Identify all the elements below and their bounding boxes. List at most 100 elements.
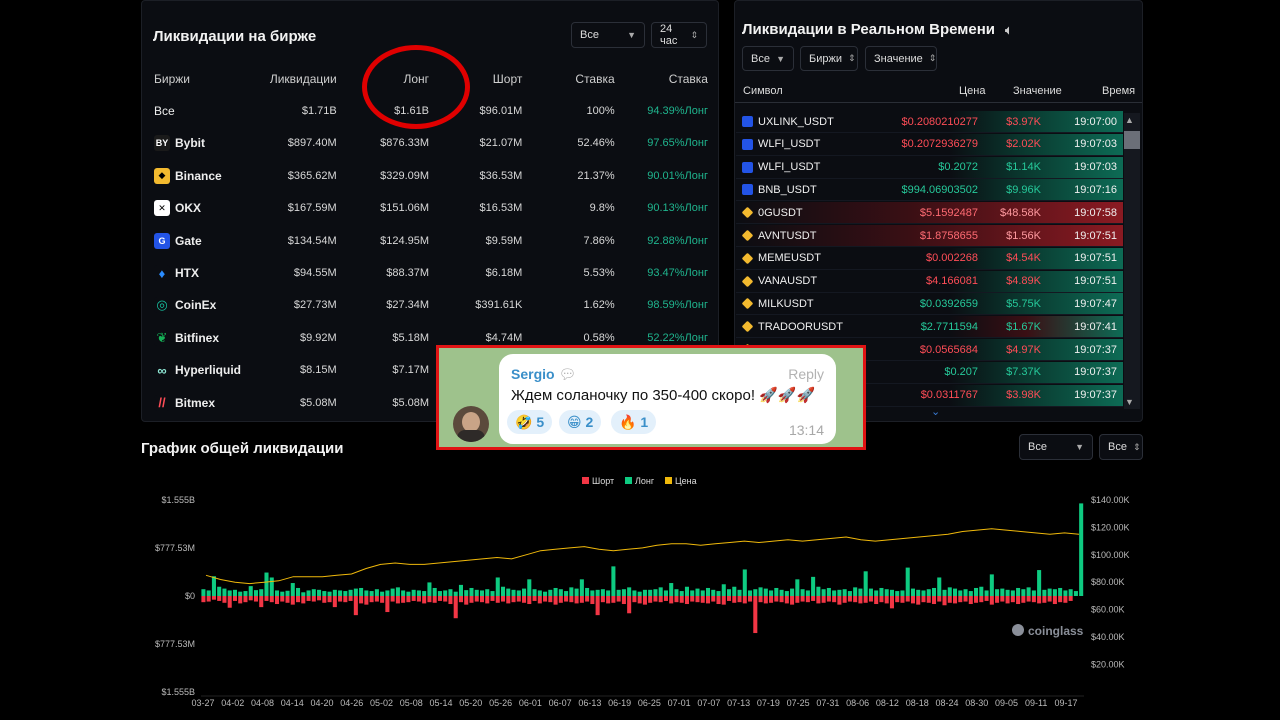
list-item[interactable]: WLFI_USDT $0.2072 $1.14K 19:07:03 bbox=[736, 156, 1123, 179]
short-bar bbox=[1068, 596, 1073, 601]
scroll-down-icon[interactable]: ▼ bbox=[1125, 397, 1134, 407]
liquidations-value: $167.59M bbox=[287, 202, 337, 215]
long-bar bbox=[248, 586, 253, 596]
long-bar bbox=[879, 587, 884, 596]
liquidations-value: $94.55M bbox=[293, 267, 337, 279]
short-bar bbox=[1000, 596, 1005, 602]
chart-filter-select-2[interactable]: Все ⇕ bbox=[1099, 434, 1143, 460]
long-bar bbox=[653, 589, 658, 596]
long-bar bbox=[963, 589, 968, 596]
long-bar bbox=[1079, 503, 1084, 596]
gate-icon bbox=[742, 116, 753, 127]
col-ratio[interactable]: Ставка bbox=[615, 72, 708, 86]
long-bar bbox=[522, 588, 527, 596]
table-row[interactable]: BY Bybit $897.40M $876.33M $21.07M 52.46% 97.6… bbox=[154, 127, 708, 159]
list-item[interactable]: MILKUSDT $0.0392659 $5.75K 19:07:47 bbox=[736, 293, 1123, 316]
long-bar bbox=[958, 590, 963, 596]
price-cell: $0.0565684 bbox=[919, 343, 978, 356]
realtime-filter-all-label: Все bbox=[751, 52, 770, 65]
table-row[interactable]: ♦ HTX $94.55M $88.37M $6.18M 5.53% 93.47%Лонг bbox=[154, 257, 708, 289]
legend-label: Лонг bbox=[635, 476, 655, 486]
reaction-rofl[interactable]: 🤣 5 bbox=[507, 410, 553, 434]
reaction-grin[interactable]: 😁 2 bbox=[559, 410, 602, 434]
list-item[interactable]: UXLINK_USDT $0.2080210277 $3.97K 19:07:00 bbox=[736, 111, 1123, 133]
symbol-cell: AVNTUSDT bbox=[741, 230, 816, 242]
short-bar bbox=[543, 596, 548, 602]
short-bar bbox=[532, 596, 537, 601]
list-item[interactable]: VANAUSDT $4.166081 $4.89K 19:07:51 bbox=[736, 270, 1123, 293]
long-bar bbox=[648, 589, 653, 596]
table-row[interactable]: ◆ Binance $365.62M $329.09M $36.53M 21.37% 90.… bbox=[154, 160, 708, 192]
list-item[interactable]: TRADOORUSDT $2.7711594 $1.67K 19:07:41 bbox=[736, 316, 1123, 339]
short-bar bbox=[416, 596, 421, 602]
short-bar bbox=[274, 596, 280, 605]
message-bubble: Sergio 💬︎ Reply Ждем соланочку по 350-40… bbox=[499, 354, 836, 444]
short-bar bbox=[900, 596, 905, 603]
x-tick-label: 05-14 bbox=[430, 698, 453, 708]
col-exchange[interactable]: Биржи bbox=[154, 72, 248, 86]
avatar[interactable] bbox=[453, 406, 489, 442]
reply-button[interactable]: Reply bbox=[788, 366, 824, 382]
sender-name[interactable]: Sergio 💬︎ bbox=[511, 366, 576, 383]
long-bar bbox=[338, 590, 343, 596]
price-cell: $0.002268 bbox=[926, 252, 978, 265]
list-item[interactable]: AVNTUSDT $1.8758655 $1.56K 19:07:51 bbox=[736, 225, 1123, 247]
long-bar bbox=[322, 591, 327, 596]
chevron-down-icon: ▼ bbox=[1075, 442, 1084, 452]
long-bar bbox=[395, 587, 400, 596]
x-tick-label: 09-11 bbox=[1025, 698, 1047, 708]
long-bar bbox=[853, 587, 858, 596]
scrollbar-track[interactable] bbox=[1124, 113, 1140, 409]
value-cell: $1.14K bbox=[1006, 161, 1041, 174]
short-bar bbox=[590, 596, 595, 605]
symbol-cell: WLFI_USDT bbox=[742, 138, 820, 150]
realtime-filter-exchanges[interactable]: Биржи ⇕ bbox=[800, 46, 858, 71]
table-row[interactable]: ◎ CoinEx $27.73M $27.34M $391.61K 1.62% 98.59%… bbox=[154, 289, 708, 321]
speaker-mute-icon[interactable]: 🔈︎ bbox=[1005, 23, 1012, 37]
price-cell: $0.2072936279 bbox=[901, 138, 978, 151]
long-bar bbox=[259, 589, 264, 596]
table-row[interactable]: G Gate $134.54M $124.95M $9.59M 7.86% 92.88%Ло… bbox=[154, 225, 708, 257]
short-bar bbox=[895, 596, 900, 603]
ratio-value: 97.65%Лонг bbox=[647, 137, 708, 150]
short-bar bbox=[243, 596, 248, 603]
col-liquidations[interactable]: Ликвидации bbox=[248, 72, 337, 86]
period-select[interactable]: 24 час ⇕ bbox=[651, 22, 707, 48]
symbol-cell: UXLINK_USDT bbox=[742, 116, 834, 128]
reaction-fire[interactable]: 🔥 1 bbox=[611, 410, 657, 434]
realtime-filter-all[interactable]: Все ▼ bbox=[742, 46, 794, 71]
long-bar bbox=[369, 591, 374, 596]
ratio-value: 90.13%Лонг bbox=[647, 202, 708, 215]
y-axis-left: $1.555B $777.53M $0 $777.53M $1.555B bbox=[155, 495, 195, 697]
short-bar bbox=[579, 596, 584, 603]
short-bar bbox=[511, 596, 516, 603]
time-cell: 19:07:16 bbox=[1074, 183, 1117, 196]
coinglass-watermark: coinglass bbox=[1012, 624, 1084, 638]
list-item[interactable]: MEMEUSDT $0.002268 $4.54K 19:07:51 bbox=[736, 247, 1123, 270]
realtime-table-header: Символ Цена Значение Время bbox=[743, 83, 1135, 101]
long-bar bbox=[201, 589, 206, 596]
rate-value: 9.8% bbox=[589, 202, 615, 215]
scroll-up-icon[interactable]: ▲ bbox=[1125, 115, 1134, 125]
long-bar bbox=[364, 590, 369, 596]
long-bar bbox=[868, 588, 873, 596]
long-bar bbox=[232, 589, 237, 596]
list-item[interactable]: BNB_USDT $994.06903502 $9.96K 19:07:16 bbox=[736, 179, 1123, 202]
short-bar bbox=[716, 596, 721, 605]
list-item[interactable]: WLFI_USDT $0.2072936279 $2.02K 19:07:03 bbox=[736, 133, 1123, 156]
realtime-filter-value[interactable]: Значение ⇕ bbox=[865, 46, 937, 71]
x-tick-label: 05-26 bbox=[489, 698, 512, 708]
chevron-down-icon[interactable]: ⌄ bbox=[931, 405, 940, 418]
list-item[interactable]: 0GUSDT $5.1592487 $48.58K 19:07:58 bbox=[736, 202, 1123, 225]
sort-icon: ⇕ bbox=[1132, 441, 1141, 452]
chart-filter-select[interactable]: Все ▼ bbox=[1019, 434, 1093, 460]
x-tick-label: 03-27 bbox=[191, 698, 214, 708]
y2-tick-label: $20.00K bbox=[1091, 659, 1125, 669]
long-bar bbox=[285, 590, 290, 596]
scrollbar-thumb[interactable] bbox=[1124, 131, 1140, 149]
col-rate[interactable]: Ставка bbox=[522, 72, 614, 86]
long-bar bbox=[590, 590, 595, 596]
exchange-filter-select[interactable]: Все ▼ bbox=[571, 22, 645, 48]
table-row[interactable]: ✕ OKX $167.59M $151.06M $16.53M 9.8% 90.13%Лон… bbox=[154, 192, 708, 224]
long-bar bbox=[306, 590, 311, 596]
